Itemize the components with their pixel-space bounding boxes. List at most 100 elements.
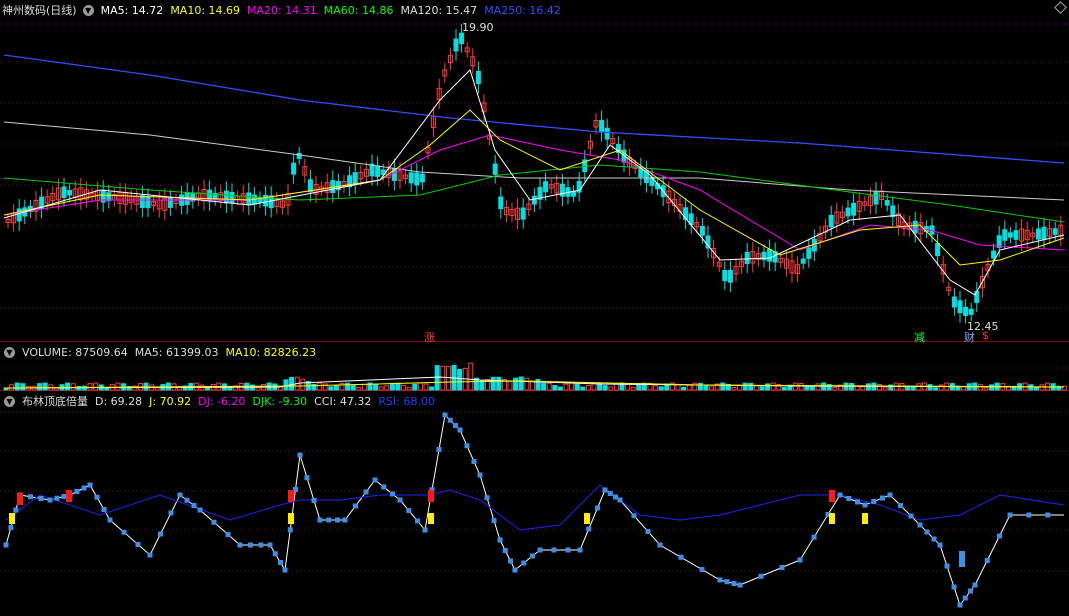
candle xyxy=(492,163,498,175)
kd-point xyxy=(779,565,785,570)
volume-bar xyxy=(815,383,821,391)
kd-point xyxy=(962,595,968,601)
kd-point xyxy=(101,507,107,512)
volume-bar xyxy=(361,383,367,391)
event-marker[interactable]: 涨 xyxy=(424,329,435,345)
kd-point xyxy=(282,567,288,573)
kd-point xyxy=(381,484,387,490)
volume-bar xyxy=(289,376,295,391)
ma-values: MA5: 14.72 MA10: 14.69 MA20: 14.31 MA60: 14… xyxy=(101,4,568,17)
kd-point xyxy=(326,517,332,523)
volume-bar xyxy=(406,386,412,391)
candle xyxy=(1035,228,1041,240)
volume-bar xyxy=(356,386,362,391)
kd-point xyxy=(47,497,53,503)
volume-bar xyxy=(927,384,933,391)
kd-point xyxy=(8,525,14,530)
volume-bar xyxy=(770,382,776,391)
ma-value: MA20: 14.31 xyxy=(247,3,317,17)
kd-point xyxy=(880,495,885,501)
kd-point xyxy=(497,537,503,543)
kd-point xyxy=(797,557,803,563)
signal-yellow xyxy=(288,513,294,524)
volume-bar xyxy=(793,382,799,391)
volume-bar xyxy=(70,383,76,391)
event-marker[interactable]: 财 xyxy=(964,329,975,345)
volume-bar xyxy=(328,386,334,391)
candle xyxy=(873,191,879,205)
volume-bar xyxy=(457,368,463,391)
signal-yellow xyxy=(9,513,15,524)
high-price-label: 19.90 xyxy=(462,21,494,34)
kd-point xyxy=(551,547,557,553)
volume-bar xyxy=(557,386,563,391)
kd-point xyxy=(1026,512,1032,518)
kd-point xyxy=(521,560,527,566)
indicator-value: DJ: -6.20 xyxy=(198,394,246,408)
volume-bar xyxy=(563,383,569,391)
kd-point xyxy=(631,513,637,519)
indicator-value: RSI: 68.00 xyxy=(378,394,435,408)
caret-down-icon[interactable]: ▼ xyxy=(4,395,15,407)
candle xyxy=(223,190,229,204)
kd-point xyxy=(258,542,264,548)
volume-bar xyxy=(765,383,771,391)
volume-bar xyxy=(490,376,496,391)
volume-bar xyxy=(977,384,983,391)
volume-bar xyxy=(445,366,451,391)
kd-point xyxy=(484,495,490,501)
kd-point xyxy=(464,443,470,449)
event-marker[interactable]: 减 xyxy=(914,329,925,345)
caret-down-icon[interactable]: ▼ xyxy=(4,346,15,358)
kd-point xyxy=(724,579,730,585)
kd-point xyxy=(311,498,317,503)
volume-bar xyxy=(87,383,93,391)
volume-bar xyxy=(401,384,407,391)
volume-bar xyxy=(759,386,765,391)
candle xyxy=(408,172,414,184)
candle xyxy=(16,208,22,222)
candle xyxy=(767,248,773,262)
kd-point xyxy=(335,517,340,523)
kd-point xyxy=(699,567,705,572)
kline-chart[interactable] xyxy=(0,0,1069,616)
volume-bar xyxy=(434,365,440,391)
volume-bar xyxy=(513,377,519,391)
volume-bar xyxy=(703,385,709,391)
candle xyxy=(139,195,145,208)
indicator-value: CCI: 47.32 xyxy=(314,394,372,408)
kd-point xyxy=(13,507,19,513)
candle xyxy=(414,172,420,186)
kd-point xyxy=(237,542,243,548)
volume-bar xyxy=(154,387,160,391)
kd-point xyxy=(87,482,93,488)
indicator-value: DJK: -9.30 xyxy=(252,394,308,408)
volume-bar xyxy=(983,387,989,391)
kd-point xyxy=(168,510,174,516)
candle xyxy=(1007,232,1013,238)
candle xyxy=(531,195,537,205)
ma-value: MA60: 14.86 xyxy=(323,3,394,17)
kd-point xyxy=(607,491,613,496)
kd-point xyxy=(436,447,442,452)
candle xyxy=(599,119,605,133)
volume-bar xyxy=(569,382,575,391)
volume-bar xyxy=(384,385,390,391)
kd-point xyxy=(317,517,323,523)
kd-point xyxy=(278,560,283,565)
candle xyxy=(890,205,896,218)
ma-value: MA120: 15.47 xyxy=(400,3,478,17)
signal-blue xyxy=(959,551,965,567)
candle xyxy=(1052,228,1058,235)
candle xyxy=(520,207,526,220)
kd-point xyxy=(617,497,623,503)
candle xyxy=(722,270,728,282)
event-marker[interactable]: $ xyxy=(982,329,989,342)
volume-bar xyxy=(283,379,289,391)
kd-point xyxy=(613,494,618,500)
kd-point xyxy=(442,412,448,418)
volume-bar xyxy=(507,380,513,391)
caret-down-icon[interactable]: ▼ xyxy=(82,4,94,16)
volume-title: VOLUME: 87509.64 xyxy=(22,345,128,359)
kd-point xyxy=(968,588,973,594)
